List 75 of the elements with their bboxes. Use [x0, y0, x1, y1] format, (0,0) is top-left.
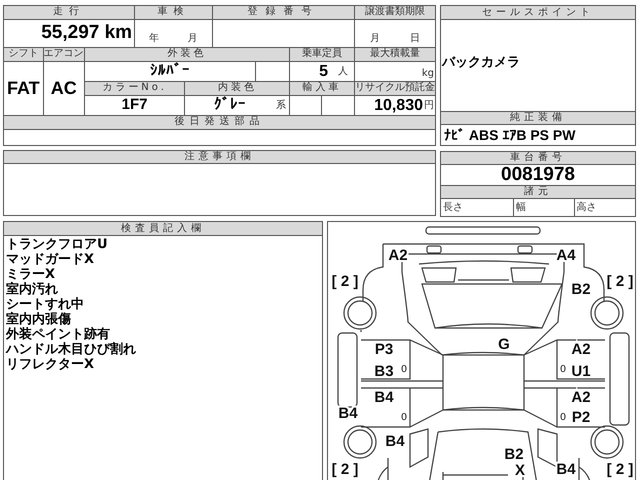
column-header: 登録番号 [212, 6, 354, 19]
damage-code: 0 [560, 364, 566, 375]
damage-code: [ 2 ] [332, 273, 358, 290]
color-suffix: 系 [276, 98, 286, 113]
mileage-value: 55,297 km [41, 21, 132, 46]
column-header: カラーNo. [84, 82, 184, 95]
chassis-number: 0081978 [501, 162, 575, 186]
aircon-value: AC [50, 77, 77, 100]
section-header: 検査員記入欄 [4, 222, 322, 236]
damage-code: B3 [374, 363, 394, 380]
damage-code: [ 2 ] [606, 273, 634, 290]
spec-label: 長さ [443, 201, 463, 215]
damage-code: X [515, 462, 525, 479]
inspector-note: ミラーX [6, 267, 56, 282]
spec-label: 幅 [516, 201, 526, 215]
column-header: エアコン [44, 48, 84, 61]
damage-code: A2 [388, 247, 408, 264]
exterior-color-value: ｼﾙﾊﾞｰ [150, 61, 190, 82]
column-header: 後日発送部品 [4, 116, 435, 129]
damage-code: B4 [556, 461, 576, 478]
equipment-text: ﾅﾋﾞ ABS ｴｱB PS PW [443, 126, 576, 144]
spec-label: 高さ [576, 200, 597, 215]
sales-point-text: バックカメラ [441, 54, 520, 72]
section-header: 純正装備 [441, 112, 635, 125]
inspector-note: 室内汚れ [6, 282, 59, 297]
damage-code: B4 [385, 433, 405, 450]
damage-code: G [498, 336, 510, 353]
column-header: 乗車定員 [290, 48, 354, 61]
damage-code: B2 [504, 446, 524, 463]
day-unit: 日 [410, 32, 420, 46]
section-header: 注意事項欄 [4, 151, 435, 164]
column-header: シフト [4, 48, 43, 61]
damage-code: P3 [374, 341, 394, 358]
inspector-note: マッドガードX [6, 252, 96, 267]
column-header: 外装色 [84, 48, 290, 61]
damage-code: P2 [572, 409, 590, 426]
load-unit: kg [422, 67, 434, 81]
shift-value: FAT [7, 77, 40, 100]
section-header: セールスポイント [441, 6, 635, 20]
inspector-note: シートすれ中 [6, 297, 85, 312]
damage-code: A2 [571, 341, 591, 358]
section-header: 車台番号 [441, 152, 635, 165]
color-number: 1F7 [122, 95, 148, 116]
capacity-value: 5 [319, 62, 328, 82]
inspector-note: 室内内張傷 [6, 312, 72, 327]
damage-code: A2 [571, 389, 591, 406]
damage-code: B2 [571, 281, 591, 298]
damage-code: B4 [338, 405, 358, 422]
damage-code: 0 [401, 364, 407, 375]
column-header: 車検 [135, 6, 212, 19]
damage-code: 0 [560, 412, 566, 423]
capacity-unit: 人 [338, 65, 348, 79]
inspector-note: ハンドル木目ひび割れ [6, 342, 137, 357]
column-header: リサイクル預託金 [355, 82, 435, 95]
column-header: 走行 [4, 6, 134, 19]
inspector-note: リフレクターX [6, 357, 96, 372]
column-header: 譲渡書類期限 [355, 6, 435, 19]
damage-code: [ 2 ] [332, 461, 358, 478]
month-unit: 月 [370, 32, 380, 46]
month-unit: 月 [187, 32, 198, 46]
year-unit: 年 [149, 32, 160, 46]
column-header: 内装色 [185, 82, 290, 95]
inspector-note: 外装ペイント跡有 [6, 327, 110, 342]
damage-code: [ 2 ] [606, 461, 634, 478]
recycle-fee: 10,830 [374, 96, 423, 116]
column-header: 輸入車 [290, 82, 354, 95]
damage-code: U1 [571, 363, 591, 380]
section-header: 諸元 [441, 186, 635, 199]
interior-color-value: ｸﾞﾚｰ [214, 95, 246, 116]
damage-code: B4 [374, 389, 394, 406]
damage-code: A4 [556, 247, 576, 264]
inspector-note: トランクフロアU [6, 237, 109, 252]
column-header: 最大積載量 [355, 48, 435, 61]
damage-code: 0 [401, 412, 407, 423]
yen-unit: 円 [424, 99, 434, 113]
